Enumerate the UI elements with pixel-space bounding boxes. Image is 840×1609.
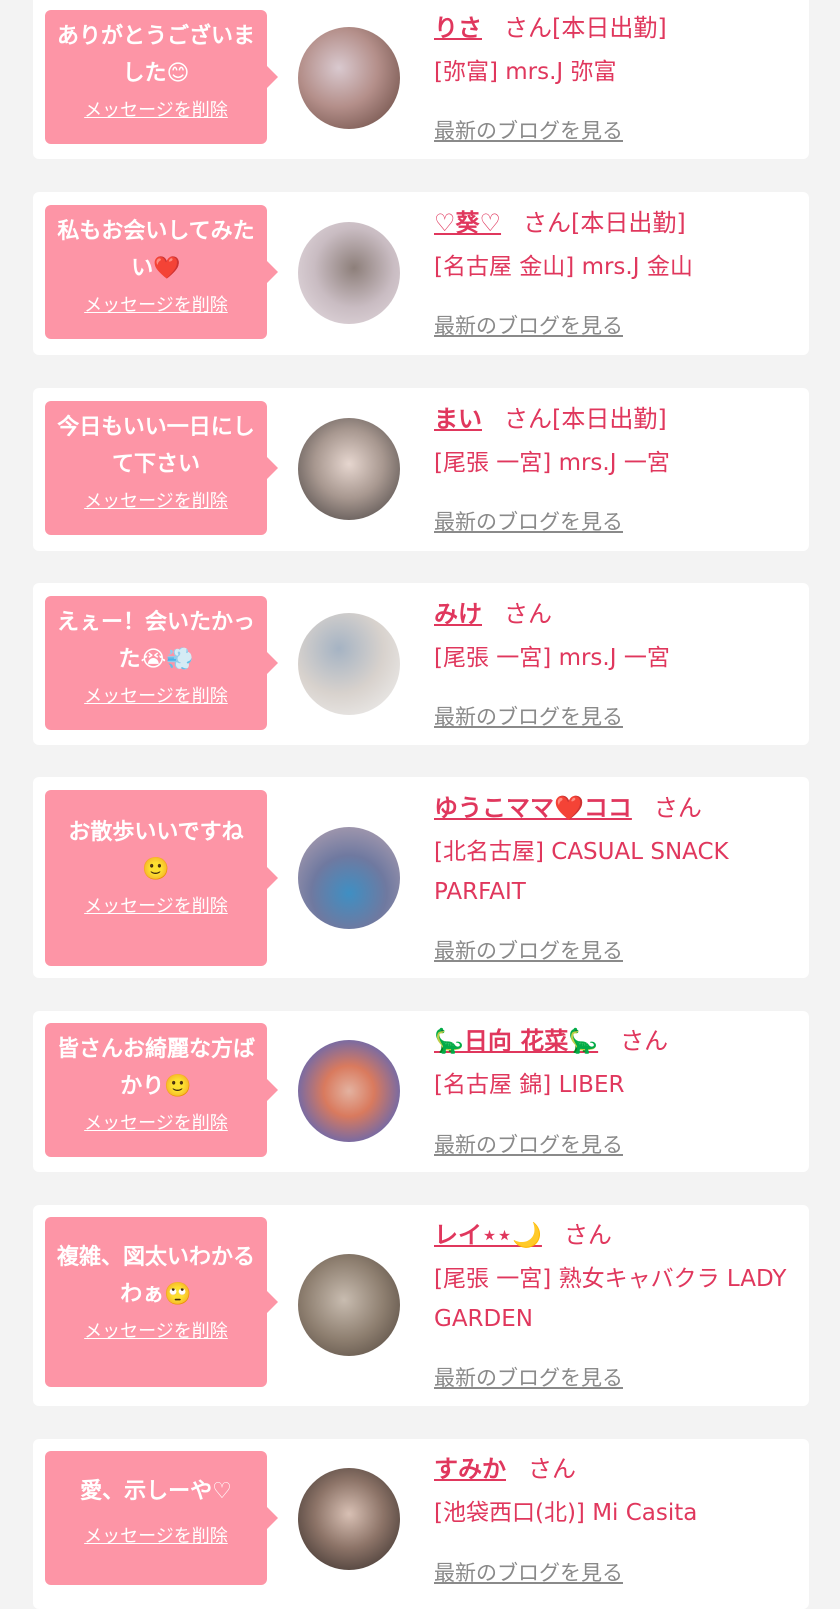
profile-info: 🦕日向 花菜🦕 さん [名古屋 錦] LIBER 最新のブログを見る — [434, 1021, 794, 1157]
honorific-label: さん — [523, 209, 572, 237]
on-duty-label: [本日出勤] — [571, 209, 686, 237]
delete-message-link[interactable]: メッセージを削除 — [55, 1113, 257, 1135]
honorific-label: さん — [504, 600, 552, 628]
delete-message-link[interactable]: メッセージを削除 — [55, 1526, 257, 1548]
delete-message-link[interactable]: メッセージを削除 — [55, 686, 257, 708]
message-text: 愛、示しーや♡ — [80, 1479, 232, 1504]
avatar[interactable] — [298, 613, 400, 715]
latest-blog-link[interactable]: 最新のブログを見る — [434, 1132, 623, 1158]
delete-message-link[interactable]: メッセージを削除 — [55, 896, 257, 918]
shop-name: [北名古屋] CASUAL SNACK PARFAIT — [434, 839, 729, 905]
latest-blog-link[interactable]: 最新のブログを見る — [434, 938, 623, 964]
delete-message-link[interactable]: メッセージを削除 — [55, 100, 257, 122]
on-duty-label: [本日出勤] — [552, 405, 667, 433]
shop-name: [尾張 一宮] mrs.J 一宮 — [434, 645, 670, 671]
delete-message-link[interactable]: メッセージを削除 — [55, 1321, 257, 1343]
latest-blog-link[interactable]: 最新のブログを見る — [434, 1560, 623, 1586]
message-text: 皆さんお綺麗な方ばかり🙂 — [56, 1037, 255, 1099]
honorific-label: さん — [504, 405, 552, 433]
profile-info: レイ⋆⋆🌙 さん [尾張 一宮] 熟女キャバクラ LADY GARDEN 最新のブ… — [434, 1215, 794, 1390]
profile-info: みけ さん [尾張 一宮] mrs.J 一宮 最新のブログを見る — [434, 594, 794, 729]
message-text: えぇー！会いたかった😭💨 — [56, 610, 255, 672]
honorific-label: さん — [563, 1221, 612, 1249]
profile-info: まい さん[本日出勤] [尾張 一宮] mrs.J 一宮 最新のブログを見る — [434, 399, 794, 534]
message-card: ありがとうございました😊 メッセージを削除 りさ さん[本日出勤] [弥富] mr… — [33, 0, 809, 159]
shop-name: [名古屋 金山] mrs.J 金山 — [434, 254, 693, 280]
message-bubble: 皆さんお綺麗な方ばかり🙂 メッセージを削除 — [45, 1023, 278, 1157]
message-bubble: ありがとうございました😊 メッセージを削除 — [45, 10, 278, 144]
profile-info: りさ さん[本日出勤] [弥富] mrs.J 弥富 最新のブログを見る — [434, 8, 794, 143]
avatar[interactable] — [298, 1040, 400, 1142]
message-bubble: お散歩いいですね🙂 メッセージを削除 — [45, 790, 278, 966]
message-card: えぇー！会いたかった😭💨 メッセージを削除 みけ さん [尾張 一宮] mrs.J… — [33, 583, 809, 745]
cast-name-link[interactable]: まい — [434, 405, 482, 433]
on-duty-label: [本日出勤] — [552, 14, 667, 42]
cast-name-link[interactable]: すみか — [434, 1455, 506, 1483]
message-bubble: 今日もいい一日にして下さい メッセージを削除 — [45, 401, 278, 535]
name-line: りさ さん[本日出勤] — [434, 8, 794, 48]
message-text: 今日もいい一日にして下さい — [57, 415, 255, 477]
cast-name-link[interactable]: みけ — [434, 600, 482, 628]
message-bubble: えぇー！会いたかった😭💨 メッセージを削除 — [45, 596, 278, 730]
name-line: ゆうこママ❤️ココ さん — [434, 788, 794, 828]
name-line: ♡葵♡ さん[本日出勤] — [434, 203, 794, 243]
shop-name: [池袋西口(北)] Mi Casita — [434, 1500, 698, 1526]
message-card: 私もお会いしてみたい❤️ メッセージを削除 ♡葵♡ さん[本日出勤] [名古屋 金… — [33, 192, 809, 355]
latest-blog-link[interactable]: 最新のブログを見る — [434, 118, 623, 144]
avatar[interactable] — [298, 1254, 400, 1356]
honorific-label: さん — [504, 14, 552, 42]
message-text: ありがとうございました😊 — [56, 24, 255, 86]
avatar[interactable] — [298, 827, 400, 929]
avatar[interactable] — [298, 27, 400, 129]
name-line: みけ さん — [434, 594, 794, 634]
cast-name-link[interactable]: ゆうこママ❤️ココ — [434, 794, 632, 822]
name-line: まい さん[本日出勤] — [434, 399, 794, 439]
message-text: お散歩いいですね🙂 — [68, 820, 244, 882]
latest-blog-link[interactable]: 最新のブログを見る — [434, 313, 623, 339]
cast-name-link[interactable]: レイ⋆⋆🌙 — [434, 1221, 542, 1249]
profile-info: ゆうこママ❤️ココ さん [北名古屋] CASUAL SNACK PARFAIT … — [434, 788, 794, 963]
name-line: レイ⋆⋆🌙 さん — [434, 1215, 794, 1255]
message-card: 皆さんお綺麗な方ばかり🙂 メッセージを削除 🦕日向 花菜🦕 さん [名古屋 錦] … — [33, 1011, 809, 1172]
honorific-label: さん — [620, 1027, 669, 1055]
message-card: お散歩いいですね🙂 メッセージを削除 ゆうこママ❤️ココ さん [北名古屋] CA… — [33, 777, 809, 978]
shop-name: [弥富] mrs.J 弥富 — [434, 59, 617, 85]
shop-name: [名古屋 錦] LIBER — [434, 1072, 625, 1098]
delete-message-link[interactable]: メッセージを削除 — [55, 491, 257, 513]
message-text: 複雑、図太いわかるわぁ🙄 — [56, 1245, 255, 1307]
avatar[interactable] — [298, 418, 400, 520]
delete-message-link[interactable]: メッセージを削除 — [55, 295, 257, 317]
latest-blog-link[interactable]: 最新のブログを見る — [434, 704, 623, 730]
message-card: 今日もいい一日にして下さい メッセージを削除 まい さん[本日出勤] [尾張 一宮… — [33, 388, 809, 551]
message-card: 愛、示しーや♡ メッセージを削除 すみか さん [池袋西口(北)] Mi Casi… — [33, 1439, 809, 1609]
latest-blog-link[interactable]: 最新のブログを見る — [434, 509, 623, 535]
name-line: すみか さん — [434, 1449, 794, 1489]
cast-name-link[interactable]: 🦕日向 花菜🦕 — [434, 1027, 598, 1055]
message-card: 複雑、図太いわかるわぁ🙄 メッセージを削除 レイ⋆⋆🌙 さん [尾張 一宮] 熟女… — [33, 1205, 809, 1406]
message-bubble: 愛、示しーや♡ メッセージを削除 — [45, 1451, 278, 1585]
cast-name-link[interactable]: りさ — [434, 14, 482, 42]
avatar[interactable] — [298, 1468, 400, 1570]
message-text: 私もお会いしてみたい❤️ — [57, 219, 255, 281]
shop-name: [尾張 一宮] 熟女キャバクラ LADY GARDEN — [434, 1266, 787, 1332]
latest-blog-link[interactable]: 最新のブログを見る — [434, 1365, 623, 1391]
avatar[interactable] — [298, 222, 400, 324]
shop-name: [尾張 一宮] mrs.J 一宮 — [434, 450, 670, 476]
honorific-label: さん — [528, 1455, 576, 1483]
profile-info: ♡葵♡ さん[本日出勤] [名古屋 金山] mrs.J 金山 最新のブログを見る — [434, 203, 794, 338]
cast-name-link[interactable]: ♡葵♡ — [434, 209, 501, 237]
profile-info: すみか さん [池袋西口(北)] Mi Casita 最新のブログを見る — [434, 1449, 794, 1585]
message-bubble: 私もお会いしてみたい❤️ メッセージを削除 — [45, 205, 278, 339]
name-line: 🦕日向 花菜🦕 さん — [434, 1021, 794, 1061]
honorific-label: さん — [653, 794, 702, 822]
message-bubble: 複雑、図太いわかるわぁ🙄 メッセージを削除 — [45, 1217, 278, 1387]
